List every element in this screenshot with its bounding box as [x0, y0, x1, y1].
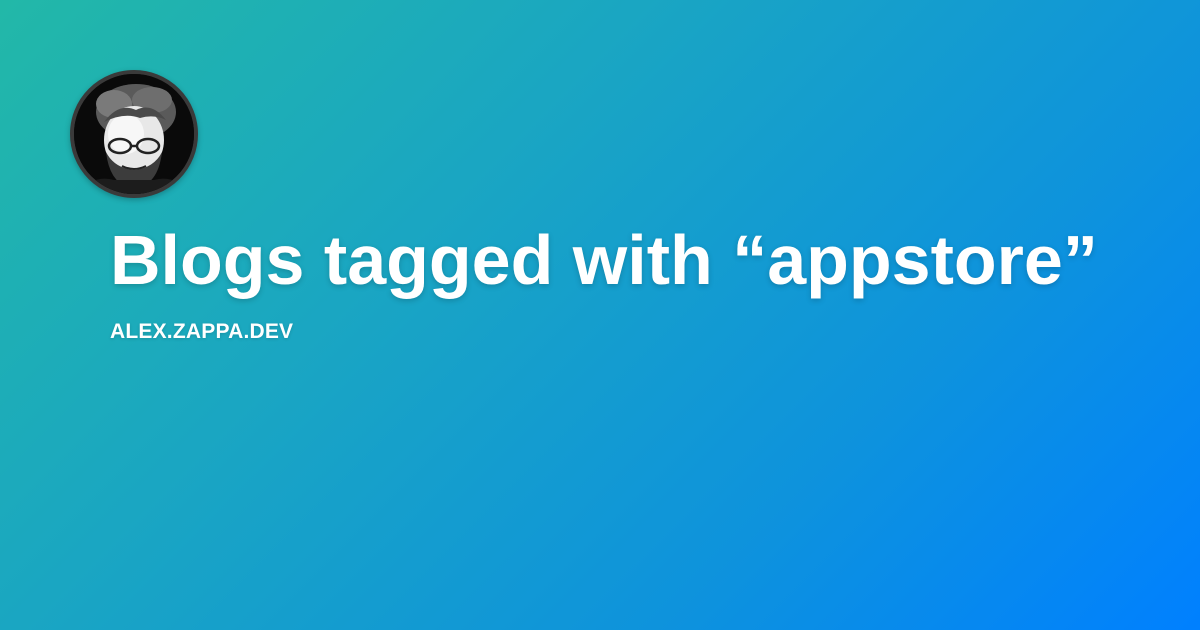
- site-domain: ALEX.ZAPPA.DEV: [110, 320, 294, 343]
- social-share-card: Blogs tagged with “appstore” ALEX.ZAPPA.…: [0, 0, 1200, 630]
- avatar-photo-icon: [74, 74, 194, 194]
- author-avatar: [70, 70, 198, 198]
- page-title: Blogs tagged with “appstore”: [110, 221, 1098, 299]
